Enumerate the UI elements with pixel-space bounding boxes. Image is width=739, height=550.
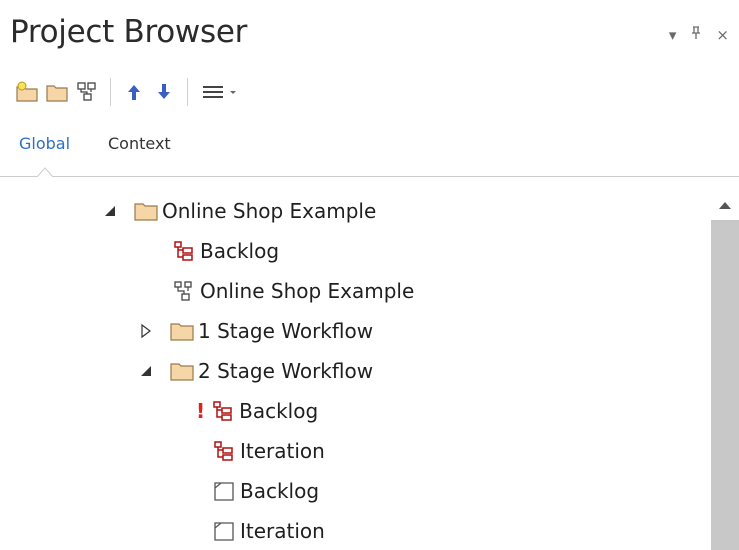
kanban-icon [172,240,196,262]
kanban-icon [211,400,235,422]
new-model-icon [16,81,38,102]
tree-node[interactable]: Online Shop Example [100,192,376,230]
tree-node-label: Iteration [240,439,325,463]
tree-node[interactable]: 1 Stage Workflow [136,312,373,350]
tab-divider [0,176,739,177]
tree-node-label: 1 Stage Workflow [198,319,374,343]
tree-node[interactable]: Backlog [172,232,279,270]
expanded-arrow-icon[interactable] [100,201,120,221]
tree-node-label: Backlog [239,399,319,423]
tree-node[interactable]: 2 Stage Workflow [136,352,373,390]
tree-node[interactable]: Iteration [212,432,325,470]
pin-icon[interactable] [690,26,702,44]
tree-node-label: Iteration [240,519,325,543]
package-icon [170,320,194,342]
tab-bar: Global Context [0,120,739,180]
tab-context[interactable]: Context [108,134,171,153]
tree-node[interactable]: Iteration [212,512,325,550]
tree-node-label: Backlog [240,479,320,503]
tree-node-label: Online Shop Example [162,199,377,223]
expanded-arrow-icon[interactable] [136,361,156,381]
panel-titlebar: Project Browser ▾ × [0,0,739,68]
new-model-button[interactable] [12,77,42,107]
move-down-icon [158,84,170,99]
element-icon [212,520,236,542]
tree-node[interactable]: Backlog [212,472,319,510]
collapsed-arrow-icon[interactable] [136,321,156,341]
toolbar [12,72,248,112]
project-tree: Online Shop Example Backlog Online Shop … [0,190,710,550]
toolbar-separator [187,78,188,106]
move-down-button[interactable] [149,77,179,107]
tree-node-label: 2 Stage Workflow [198,359,374,383]
tree-node[interactable]: Online Shop Example [172,272,414,310]
move-up-button[interactable] [119,77,149,107]
diagram-icon [172,280,196,302]
new-package-icon [46,85,68,102]
package-icon [170,360,194,382]
tree-node-label: Backlog [200,239,280,263]
move-up-icon [128,85,140,100]
toolbar-separator [110,78,111,106]
warning-icon: ! [196,399,206,423]
scrollbar-thumb[interactable] [711,220,739,550]
kanban-icon [212,440,236,462]
scroll-up-button[interactable] [711,192,739,218]
dropdown-arrow-icon[interactable]: ▾ [669,26,677,44]
tree-node[interactable]: ! Backlog [196,392,318,430]
panel-title: Project Browser [10,14,248,50]
active-tab-indicator [37,167,53,178]
new-package-button[interactable] [42,77,72,107]
element-icon [212,480,236,502]
close-icon[interactable]: × [716,26,729,44]
new-diagram-icon [77,82,96,101]
new-diagram-button[interactable] [72,77,102,107]
scroll-up-icon [719,202,731,209]
menu-icon [203,86,236,98]
window-buttons: ▾ × [669,26,729,44]
menu-button[interactable] [196,77,248,107]
tab-global[interactable]: Global [19,134,70,153]
tree-node-label: Online Shop Example [200,279,415,303]
package-icon [134,200,158,222]
